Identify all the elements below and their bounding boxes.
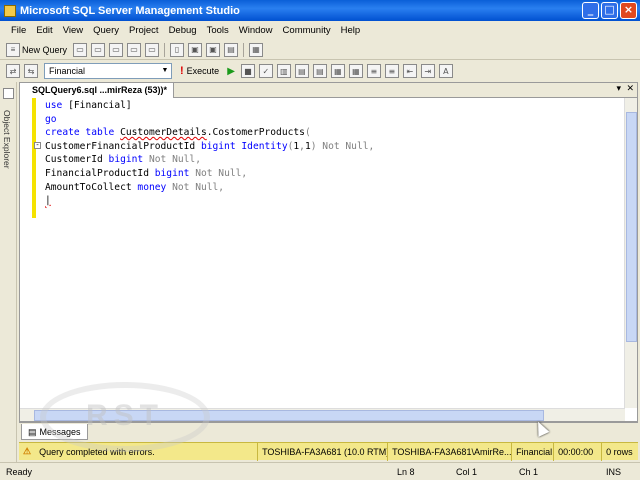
execute-label: Execute	[186, 66, 220, 76]
code-line-2: go	[45, 114, 57, 125]
results-to-file-icon[interactable]: ▦	[348, 64, 363, 78]
code-line-4: CustomerFinancialProductId bigint Identi…	[45, 141, 375, 152]
new-query-button[interactable]: ≡ New Query	[4, 42, 68, 57]
server-name: TOSHIBA-FA3A681 (10.0 RTM)	[257, 442, 387, 461]
code-line-8: |	[45, 195, 51, 206]
status-bar: Ready Ln 8 Col 1 Ch 1 INS	[0, 462, 640, 480]
save-all-icon[interactable]: ▣	[206, 42, 221, 57]
parse-icon[interactable]: ✓	[258, 64, 273, 78]
menu-view[interactable]: View	[58, 25, 88, 36]
new-query-icon: ≡	[6, 42, 20, 57]
vertical-scroll-thumb[interactable]	[626, 112, 637, 342]
code-line-7: AmountToCollect money Not Null,	[45, 182, 225, 193]
toolbar-separator	[243, 42, 245, 57]
collapse-icon[interactable]: -	[34, 142, 41, 149]
code-line-6: FinancialProductId bigint Not Null,	[45, 168, 248, 179]
user-name: TOSHIBA-FA3A681\AmirRe...	[387, 442, 511, 461]
execute-button[interactable]: ! Execute	[180, 65, 219, 77]
warning-icon: ⚠	[23, 446, 32, 456]
debug-play-icon[interactable]: ▶	[227, 66, 235, 77]
document-tabstrip: SQLQuery6.sql ...mirReza (53))* ▾ ✕	[20, 83, 637, 98]
line-number: Ln 8	[397, 466, 415, 477]
horizontal-scroll-thumb[interactable]	[34, 410, 544, 421]
tab-dropdown-icon[interactable]: ▾	[616, 84, 621, 94]
horizontal-scrollbar[interactable]	[20, 408, 625, 421]
app-icon	[4, 4, 16, 17]
object-explorer-sidebar[interactable]: Object Explorer	[0, 82, 17, 462]
code-line-1: use [Financial]	[45, 100, 132, 111]
database-name: Financial	[511, 442, 553, 461]
sql-editor[interactable]: - use [Financial] go create table Custom…	[20, 98, 625, 408]
uncomment-icon[interactable]: ≡	[384, 64, 399, 78]
menu-file[interactable]: File	[6, 25, 31, 36]
cancel-query-icon[interactable]: ■	[240, 64, 255, 78]
menu-community[interactable]: Community	[278, 25, 336, 36]
title-bar: Microsoft SQL Server Management Studio _…	[0, 0, 640, 21]
connect-icon[interactable]: ⇄	[6, 64, 20, 78]
menu-tools[interactable]: Tools	[202, 25, 234, 36]
close-button[interactable]: ×	[620, 2, 637, 19]
toolbar-separator	[164, 42, 166, 57]
menu-debug[interactable]: Debug	[164, 25, 202, 36]
new-query-label: New Query	[22, 44, 68, 55]
column-number: Col 1	[456, 466, 478, 477]
code-line-5: CustomerId bigint Not Null,	[45, 154, 201, 165]
specify-values-icon[interactable]: A	[438, 64, 453, 78]
indent-icon[interactable]: ⇥	[420, 64, 435, 78]
menu-query[interactable]: Query	[88, 25, 124, 36]
query-status-bar: ⚠ Query completed with errors. TOSHIBA-F…	[19, 442, 638, 461]
menu-window[interactable]: Window	[234, 25, 278, 36]
maximize-button[interactable]: □	[601, 2, 618, 19]
results-to-text-icon[interactable]: ▤	[312, 64, 327, 78]
open-file-icon[interactable]: ▯	[170, 42, 185, 57]
query-status-message: Query completed with errors.	[39, 446, 155, 457]
activity-monitor-icon[interactable]: ▦	[249, 42, 264, 57]
change-connection-icon[interactable]: ⇆	[24, 64, 38, 78]
standard-toolbar: ≡ New Query ▭ ▭ ▭ ▭ ▭ ▯ ▣ ▣ ▤ ▦	[0, 40, 640, 60]
insert-mode: INS	[606, 466, 622, 477]
elapsed-time: 00:00:00	[553, 442, 601, 461]
sql-editor-toolbar: ⇄ ⇆ Financial ▼ ! Execute ▶ ■ ✓ ▥ ▤ ▤ ▦ …	[0, 60, 640, 82]
dmx-query-icon[interactable]: ▭	[145, 42, 160, 57]
vertical-scrollbar[interactable]	[624, 98, 637, 408]
change-tracking-gutter	[32, 98, 36, 218]
query-document: SQLQuery6.sql ...mirReza (53))* ▾ ✕ - us…	[19, 82, 638, 422]
row-count: 0 rows	[601, 442, 637, 461]
object-explorer-label[interactable]: Object Explorer	[2, 110, 12, 169]
tab-sqlquery6[interactable]: SQLQuery6.sql ...mirReza (53))*	[20, 83, 175, 98]
query-designer-icon[interactable]: ▤	[294, 64, 309, 78]
chevron-down-icon[interactable]: ▼	[159, 64, 171, 78]
char-number: Ch 1	[519, 466, 539, 477]
database-value: Financial	[49, 66, 86, 76]
code-line-3: create table CustomerDetails.CostomerPro…	[45, 127, 311, 138]
execute-icon: !	[180, 65, 184, 77]
database-query-icon[interactable]: ▭	[73, 42, 88, 57]
menu-bar: File Edit View Query Project Debug Tools…	[0, 21, 640, 40]
messages-icon: ▤	[28, 426, 37, 437]
ready-status: Ready	[6, 466, 33, 477]
save-icon[interactable]: ▣	[188, 42, 203, 57]
menu-project[interactable]: Project	[124, 25, 164, 36]
tab-messages[interactable]: ▤ Messages	[21, 424, 88, 440]
minimize-button[interactable]: _	[582, 2, 599, 19]
window-title: Microsoft SQL Server Management Studio	[20, 4, 240, 17]
mdx-query-icon[interactable]: ▭	[109, 42, 124, 57]
print-icon[interactable]: ▤	[224, 42, 239, 57]
menu-help[interactable]: Help	[336, 25, 366, 36]
estimated-plan-icon[interactable]: ▥	[276, 64, 291, 78]
results-to-grid-icon[interactable]: ▦	[330, 64, 345, 78]
close-tab-icon[interactable]: ✕	[626, 84, 634, 94]
comment-icon[interactable]: ≡	[366, 64, 381, 78]
analysis-query-icon[interactable]: ▭	[91, 42, 106, 57]
xmla-query-icon[interactable]: ▭	[127, 42, 142, 57]
pin-icon[interactable]	[3, 88, 14, 99]
outdent-icon[interactable]: ⇤	[402, 64, 417, 78]
available-databases-select[interactable]: Financial ▼	[44, 63, 172, 79]
messages-label: Messages	[39, 426, 81, 437]
menu-edit[interactable]: Edit	[31, 25, 57, 36]
